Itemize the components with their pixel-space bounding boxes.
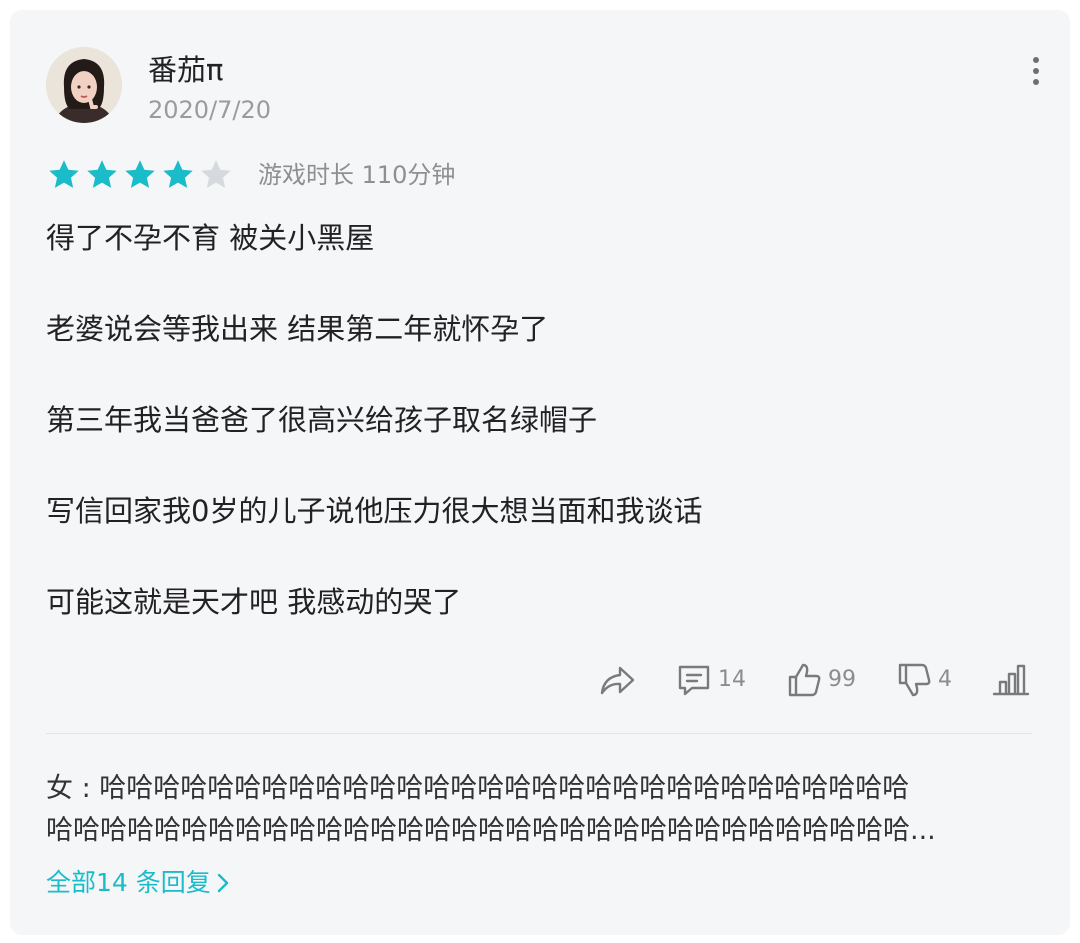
star-icon: [125, 160, 155, 188]
star-icon: [163, 160, 193, 188]
more-vertical-icon[interactable]: [1024, 54, 1048, 88]
thumbs-up-icon: [788, 663, 821, 697]
playtime: 游戏时长 110分钟: [258, 161, 456, 189]
reply-preview[interactable]: 女 : 哈哈哈哈哈哈哈哈哈哈哈哈哈哈哈哈哈哈哈哈哈哈哈哈哈哈哈哈哈哈 哈哈哈哈哈…: [46, 768, 1036, 852]
review-body: 得了不孕不育 被关小黑屋 老婆说会等我出来 结果第二年就怀孕了 第三年我当爸爸了…: [46, 218, 1036, 673]
stats-icon: [992, 664, 1030, 696]
review-paragraph: 第三年我当爸爸了很高兴给孩子取名绿帽子: [46, 403, 598, 437]
like-button[interactable]: 99: [786, 661, 856, 699]
star-icon: [87, 160, 117, 188]
star-icon: [49, 160, 79, 188]
stats-button[interactable]: [992, 662, 1030, 698]
comment-count: 14: [718, 667, 746, 692]
star-icon: [201, 160, 231, 188]
avatar[interactable]: [46, 47, 122, 123]
share-icon: [600, 666, 635, 695]
divider: [46, 733, 1032, 734]
comment-button[interactable]: 14: [676, 662, 746, 698]
all-replies-link[interactable]: 全部14 条回复: [46, 866, 231, 900]
reply-text-line: 哈哈哈哈哈哈哈哈哈哈哈哈哈哈哈哈哈哈哈哈哈哈哈哈哈哈哈哈哈哈哈哈...: [46, 815, 936, 846]
username[interactable]: 番茄π: [148, 52, 223, 88]
review-card: 番茄π 2020/7/20 游戏时长 110分钟 得了不孕不育 被关小黑屋 老婆…: [10, 10, 1070, 935]
action-bar: 14 99 4: [558, 658, 1030, 702]
review-paragraph: 老婆说会等我出来 结果第二年就怀孕了: [46, 312, 549, 346]
reply-text-line: 女 : 哈哈哈哈哈哈哈哈哈哈哈哈哈哈哈哈哈哈哈哈哈哈哈哈哈哈哈哈哈哈: [46, 773, 910, 804]
avatar-image: [46, 47, 122, 123]
chevron-right-icon: [217, 873, 228, 893]
like-count: 99: [828, 667, 856, 692]
thumbs-down-icon: [898, 663, 931, 697]
review-paragraph: 可能这就是天才吧 我感动的哭了: [46, 585, 462, 619]
review-paragraph: 得了不孕不育 被关小黑屋: [46, 221, 375, 255]
review-date: 2020/7/20: [148, 96, 272, 124]
review-paragraph: 写信回家我0岁的儿子说他压力很大想当面和我谈话: [46, 494, 703, 528]
comment-icon: [678, 665, 710, 696]
share-button[interactable]: [598, 663, 636, 697]
dislike-button[interactable]: 4: [896, 661, 952, 699]
all-replies-label: 全部14 条回复: [46, 868, 211, 897]
star-rating: [46, 157, 234, 193]
dislike-count: 4: [938, 667, 952, 692]
